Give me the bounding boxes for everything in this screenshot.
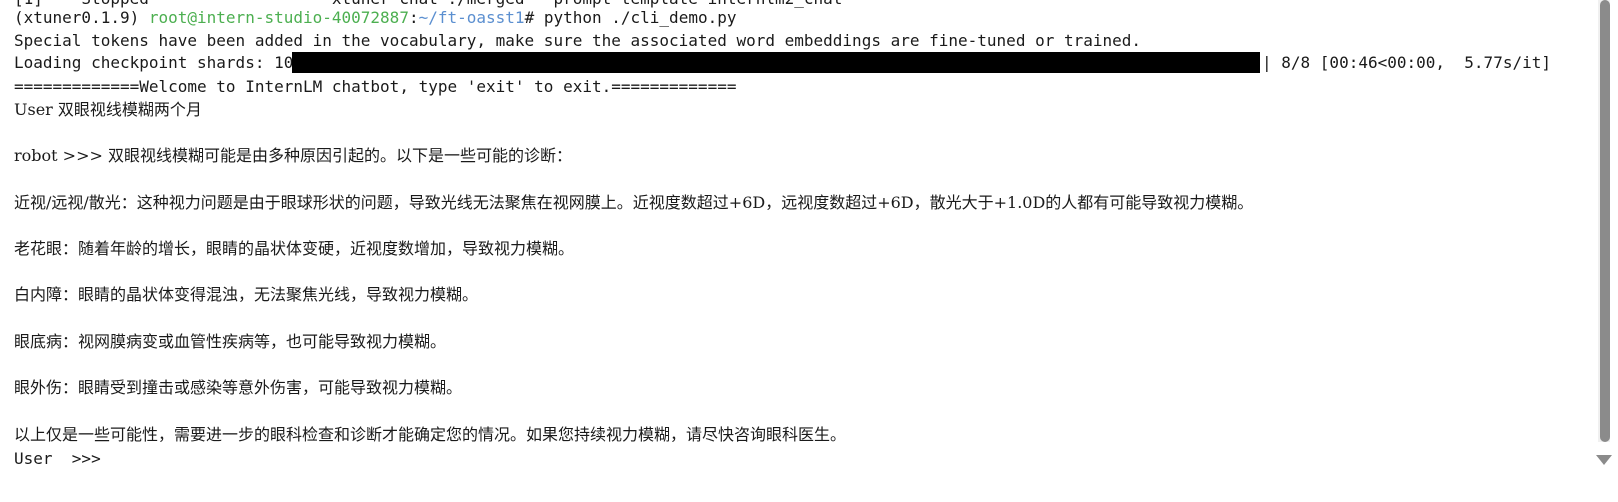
user-host: root@intern-studio-40072887 [148,8,409,27]
terminal-window[interactable]: [1] Stopped xtuner chat ./merged --promp… [0,0,1590,502]
prompt-symbol: # [524,8,544,27]
answer-presbyopia: 老花眼：随着年龄的增长，眼睛的晶状体变硬，近视度数增加，导致视力模糊。 [14,239,575,258]
vertical-scrollbar[interactable] [1590,0,1618,502]
user-input-prompt[interactable]: User >>> [14,448,101,470]
conda-env: (xtuner0.1.9) [14,8,149,27]
answer-cataract: 白内障：眼睛的晶状体变得混浊，无法聚焦光线，导致视力模糊。 [14,285,479,304]
current-path: ~/ft-oasst1 [418,8,525,27]
prompt-separator: : [408,8,419,27]
loading-label: Loading checkpoint shards: 100%| [14,53,323,72]
answer-injury: 眼外伤：眼睛受到撞击或感染等意外伤害，可能导致视力模糊。 [14,378,463,397]
answer-summary: 以上仅是一些可能性，需要进一步的眼科检查和诊断才能确定您的情况。如果您持续视力模… [14,425,847,444]
command-text: python ./cli_demo.py [543,8,737,27]
progress-bar-fill [292,52,1260,73]
user-message: User 双眼视线模糊两个月 [14,100,202,119]
special-tokens-line: Special tokens have been added in the vo… [14,31,1142,50]
welcome-banner: =============Welcome to InternLM chatbot… [14,77,737,96]
answer-myopia: 近视/远视/散光：这种视力问题是由于眼球形状的问题，导致光线无法聚焦在视网膜上。… [14,193,1254,212]
prompt-line: (xtuner0.1.9) root@intern-studio-4007288… [14,7,736,29]
answer-fundus: 眼底病：视网膜病变或血管性疾病等，也可能导致视力模糊。 [14,332,447,351]
loading-progress-tail: | 8/8 [00:46<00:00, 5.77s/it] [1262,53,1551,72]
robot-message: robot >>> 双眼视线模糊可能是由多种原因引起的。以下是一些可能的诊断： [14,146,572,165]
chevron-down-icon[interactable] [1596,455,1612,465]
scroll-thumb[interactable] [1600,0,1610,442]
